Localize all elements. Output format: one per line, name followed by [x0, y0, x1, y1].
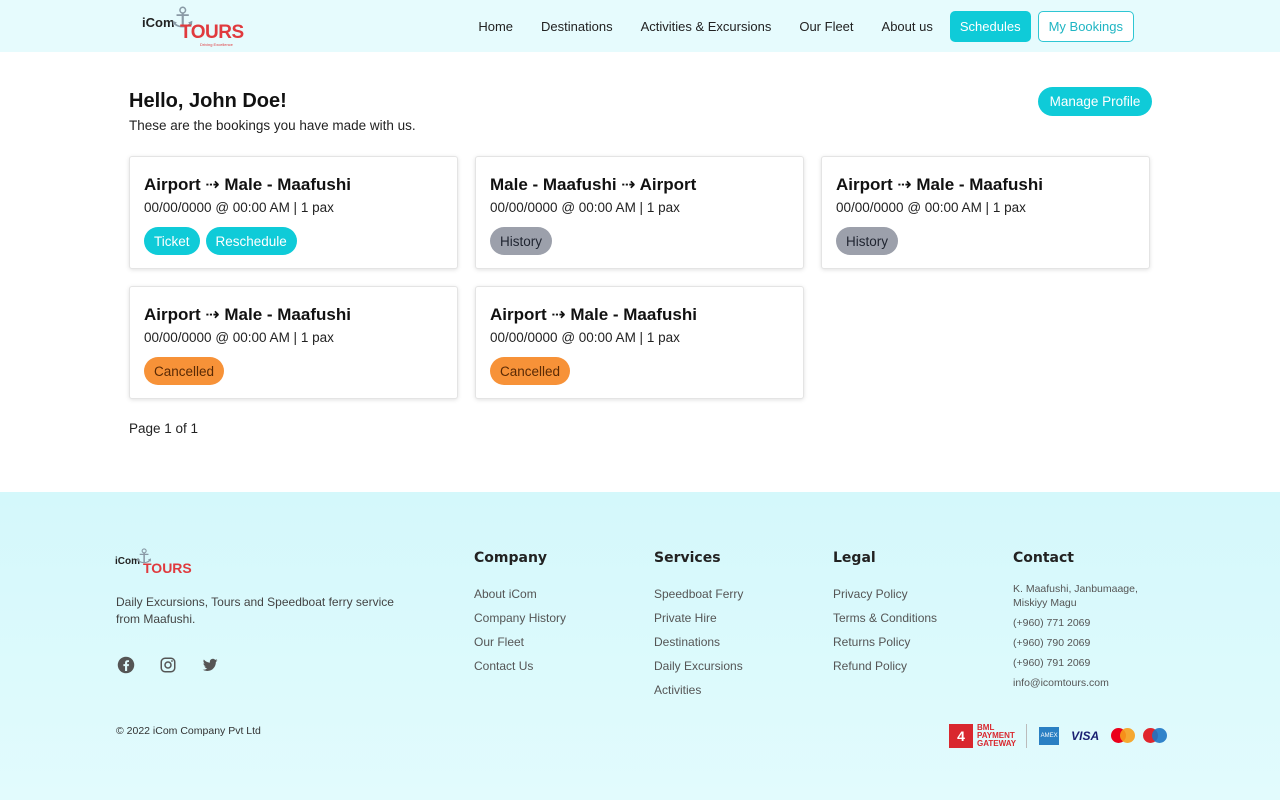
manage-profile-button[interactable]: Manage Profile: [1038, 87, 1152, 116]
footer-link-history[interactable]: Company History: [474, 606, 566, 630]
booking-route: Airport ⇢ Male - Maafushi: [836, 175, 1043, 194]
page-subtitle: These are the bookings you have made wit…: [129, 118, 416, 133]
footer-heading: Contact: [1013, 550, 1074, 566]
footer-link-returns[interactable]: Returns Policy: [833, 630, 937, 654]
instagram-icon[interactable]: [158, 655, 178, 675]
booking-meta: 00/00/0000 @ 00:00 AM | 1 pax: [490, 330, 680, 345]
page-title: Hello, John Doe!: [129, 90, 287, 112]
social-links: [116, 655, 242, 675]
booking-card: Airport ⇢ Male - Maafushi 00/00/0000 @ 0…: [129, 286, 458, 399]
facebook-icon[interactable]: [116, 655, 136, 675]
footer-heading: Company: [474, 550, 548, 566]
payment-methods: 4 BML PAYMENT GATEWAY AMEX VISA: [949, 723, 1168, 748]
history-button[interactable]: History: [836, 227, 899, 255]
nav-destinations[interactable]: Destinations: [541, 19, 613, 34]
booking-card: Airport ⇢ Male - Maafushi 00/00/0000 @ 0…: [821, 156, 1150, 269]
contact-phone[interactable]: (+960) 791 2069: [1013, 656, 1153, 670]
footer-link-activities[interactable]: Activities: [654, 678, 743, 702]
booking-route: Airport ⇢ Male - Maafushi: [144, 305, 351, 324]
footer-contact-column: Contact K. Maafushi, Janbumaage, Miskiyy…: [1013, 550, 1153, 696]
footer-legal-column: Legal Privacy Policy Terms & Conditions …: [833, 550, 937, 678]
twitter-icon[interactable]: [200, 655, 220, 675]
mastercard-icon: [1111, 728, 1136, 744]
footer-link-privacy[interactable]: Privacy Policy: [833, 582, 937, 606]
payment-divider: [1026, 724, 1028, 748]
contact-phone[interactable]: (+960) 771 2069: [1013, 616, 1153, 630]
booking-meta: 00/00/0000 @ 00:00 AM | 1 pax: [144, 330, 334, 345]
site-header: iCom ⚓ TOURS Driving Excellence Home Des…: [0, 0, 1280, 52]
footer-heading: Legal: [833, 550, 876, 566]
my-bookings-button[interactable]: My Bookings: [1037, 10, 1134, 42]
footer-company-column: Company About iCom Company History Our F…: [474, 550, 566, 678]
booking-route: Male - Maafushi ⇢ Airport: [490, 175, 697, 194]
footer-link-terms[interactable]: Terms & Conditions: [833, 606, 937, 630]
main-nav: Home Destinations Activities & Excursion…: [478, 10, 1134, 42]
logo-main: TOURS: [143, 560, 192, 576]
booking-meta: 00/00/0000 @ 00:00 AM | 1 pax: [490, 200, 680, 215]
cancelled-badge: Cancelled: [490, 357, 571, 385]
booking-route: Airport ⇢ Male - Maafushi: [490, 305, 697, 324]
bookings-section: Hello, John Doe! These are the bookings …: [0, 52, 1280, 492]
footer-link-contact[interactable]: Contact Us: [474, 654, 566, 678]
booking-card: Male - Maafushi ⇢ Airport 00/00/0000 @ 0…: [475, 156, 804, 269]
footer-services-column: Services Speedboat Ferry Private Hire De…: [654, 550, 743, 702]
contact-address: K. Maafushi, Janbumaage, Miskiyy Magu: [1013, 583, 1138, 609]
amex-icon: AMEX: [1039, 727, 1060, 745]
footer-link-speedboat[interactable]: Speedboat Ferry: [654, 582, 743, 606]
logo-main: TOURS: [180, 22, 244, 43]
footer-link-private-hire[interactable]: Private Hire: [654, 606, 743, 630]
site-logo[interactable]: iCom ⚓ TOURS Driving Excellence: [142, 4, 244, 48]
booking-meta: 00/00/0000 @ 00:00 AM | 1 pax: [144, 200, 334, 215]
footer-link-refund[interactable]: Refund Policy: [833, 654, 937, 678]
contact-phone[interactable]: (+960) 790 2069: [1013, 636, 1153, 650]
maestro-icon: [1143, 728, 1168, 744]
nav-home[interactable]: Home: [478, 19, 513, 34]
ticket-button[interactable]: Ticket: [144, 227, 200, 255]
bml-logo-icon: 4: [949, 724, 973, 748]
schedules-button[interactable]: Schedules: [949, 10, 1031, 42]
cancelled-badge: Cancelled: [144, 357, 225, 385]
footer-link-about[interactable]: About iCom: [474, 582, 566, 606]
history-button[interactable]: History: [490, 227, 553, 255]
footer-description: Daily Excursions, Tours and Speedboat fe…: [116, 595, 394, 626]
footer-link-excursions[interactable]: Daily Excursions: [654, 654, 743, 678]
booking-meta: 00/00/0000 @ 00:00 AM | 1 pax: [836, 200, 1026, 215]
footer-link-fleet[interactable]: Our Fleet: [474, 630, 566, 654]
nav-activities[interactable]: Activities & Excursions: [641, 19, 772, 34]
bml-gateway-label: BML PAYMENT GATEWAY: [977, 723, 1017, 748]
footer-link-destinations[interactable]: Destinations: [654, 630, 743, 654]
booking-route: Airport ⇢ Male - Maafushi: [144, 175, 351, 194]
pagination-label: Page 1 of 1: [129, 421, 199, 436]
nav-about[interactable]: About us: [882, 19, 933, 34]
footer-heading: Services: [654, 550, 721, 566]
reschedule-button[interactable]: Reschedule: [205, 227, 297, 255]
booking-card: Airport ⇢ Male - Maafushi 00/00/0000 @ 0…: [129, 156, 458, 269]
site-footer: iCom ⚓ TOURS Daily Excursions, Tours and…: [0, 492, 1280, 800]
logo-tagline: Driving Excellence: [200, 42, 233, 47]
booking-card: Airport ⇢ Male - Maafushi 00/00/0000 @ 0…: [475, 286, 804, 399]
visa-icon: VISA: [1071, 729, 1100, 743]
footer-logo[interactable]: iCom ⚓ TOURS: [115, 547, 192, 579]
contact-email[interactable]: info@icomtours.com: [1013, 676, 1153, 690]
nav-fleet[interactable]: Our Fleet: [799, 19, 853, 34]
copyright: © 2022 iCom Company Pvt Ltd: [116, 725, 261, 737]
